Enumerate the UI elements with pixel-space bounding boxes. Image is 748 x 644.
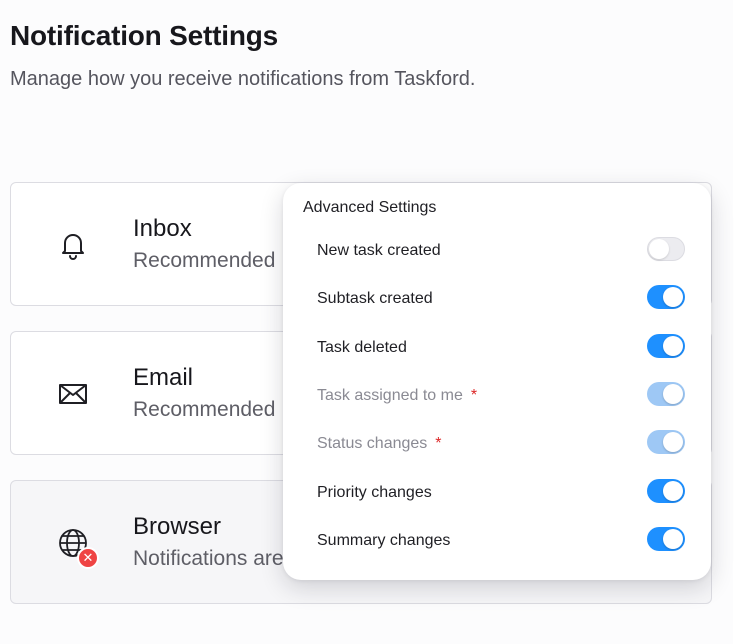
setting-row-status-changes: Status changes * (317, 430, 685, 460)
setting-row-priority-changes: Priority changes (317, 479, 685, 509)
setting-label: Task assigned to me * (317, 387, 477, 405)
toggle-task-assigned-to-me (647, 382, 685, 406)
setting-label: Status changes * (317, 435, 442, 453)
setting-label: Task deleted (317, 339, 407, 356)
setting-row-task-deleted: Task deleted (317, 334, 685, 364)
toggle-knob (663, 287, 683, 307)
channel-title: Inbox (133, 215, 192, 242)
setting-label: Summary changes (317, 532, 451, 549)
toggle-knob (663, 336, 683, 356)
setting-label-text: Task assigned to me (317, 387, 463, 404)
popover-title: Advanced Settings (303, 199, 437, 216)
toggle-knob (663, 432, 683, 452)
envelope-icon (55, 376, 91, 412)
setting-row-subtask-created: Subtask created (317, 285, 685, 315)
page-subtitle: Manage how you receive notifications fro… (10, 68, 476, 90)
toggle-priority-changes[interactable] (647, 479, 685, 503)
required-marker: * (470, 387, 478, 404)
setting-label: Subtask created (317, 290, 433, 307)
toggle-new-task-created[interactable] (647, 237, 685, 261)
channel-subtitle: Recommended (133, 398, 276, 421)
advanced-settings-popover: Advanced Settings New task created Subta… (283, 183, 711, 580)
toggle-knob (663, 384, 683, 404)
setting-label-text: Status changes (317, 435, 428, 452)
channel-title: Browser (133, 513, 222, 540)
toggle-knob (663, 481, 683, 501)
toggle-summary-changes[interactable] (647, 527, 685, 551)
setting-row-new-task-created: New task created (317, 237, 685, 267)
setting-label: Priority changes (317, 484, 432, 501)
setting-row-summary-changes: Summary changes (317, 527, 685, 557)
bell-icon (55, 227, 91, 263)
toggle-knob (663, 529, 683, 549)
toggle-knob (649, 239, 669, 259)
error-badge-icon: ✕ (77, 547, 99, 569)
toggle-task-deleted[interactable] (647, 334, 685, 358)
required-marker: * (435, 435, 442, 452)
channel-title: Email (133, 364, 194, 391)
channel-subtitle: Recommended (133, 249, 276, 272)
toggle-subtask-created[interactable] (647, 285, 685, 309)
setting-label: New task created (317, 242, 441, 259)
setting-row-task-assigned-to-me: Task assigned to me * (317, 382, 685, 412)
toggle-status-changes (647, 430, 685, 454)
page-title: Notification Settings (10, 20, 279, 51)
channel-subtitle: Notifications are (133, 547, 284, 570)
